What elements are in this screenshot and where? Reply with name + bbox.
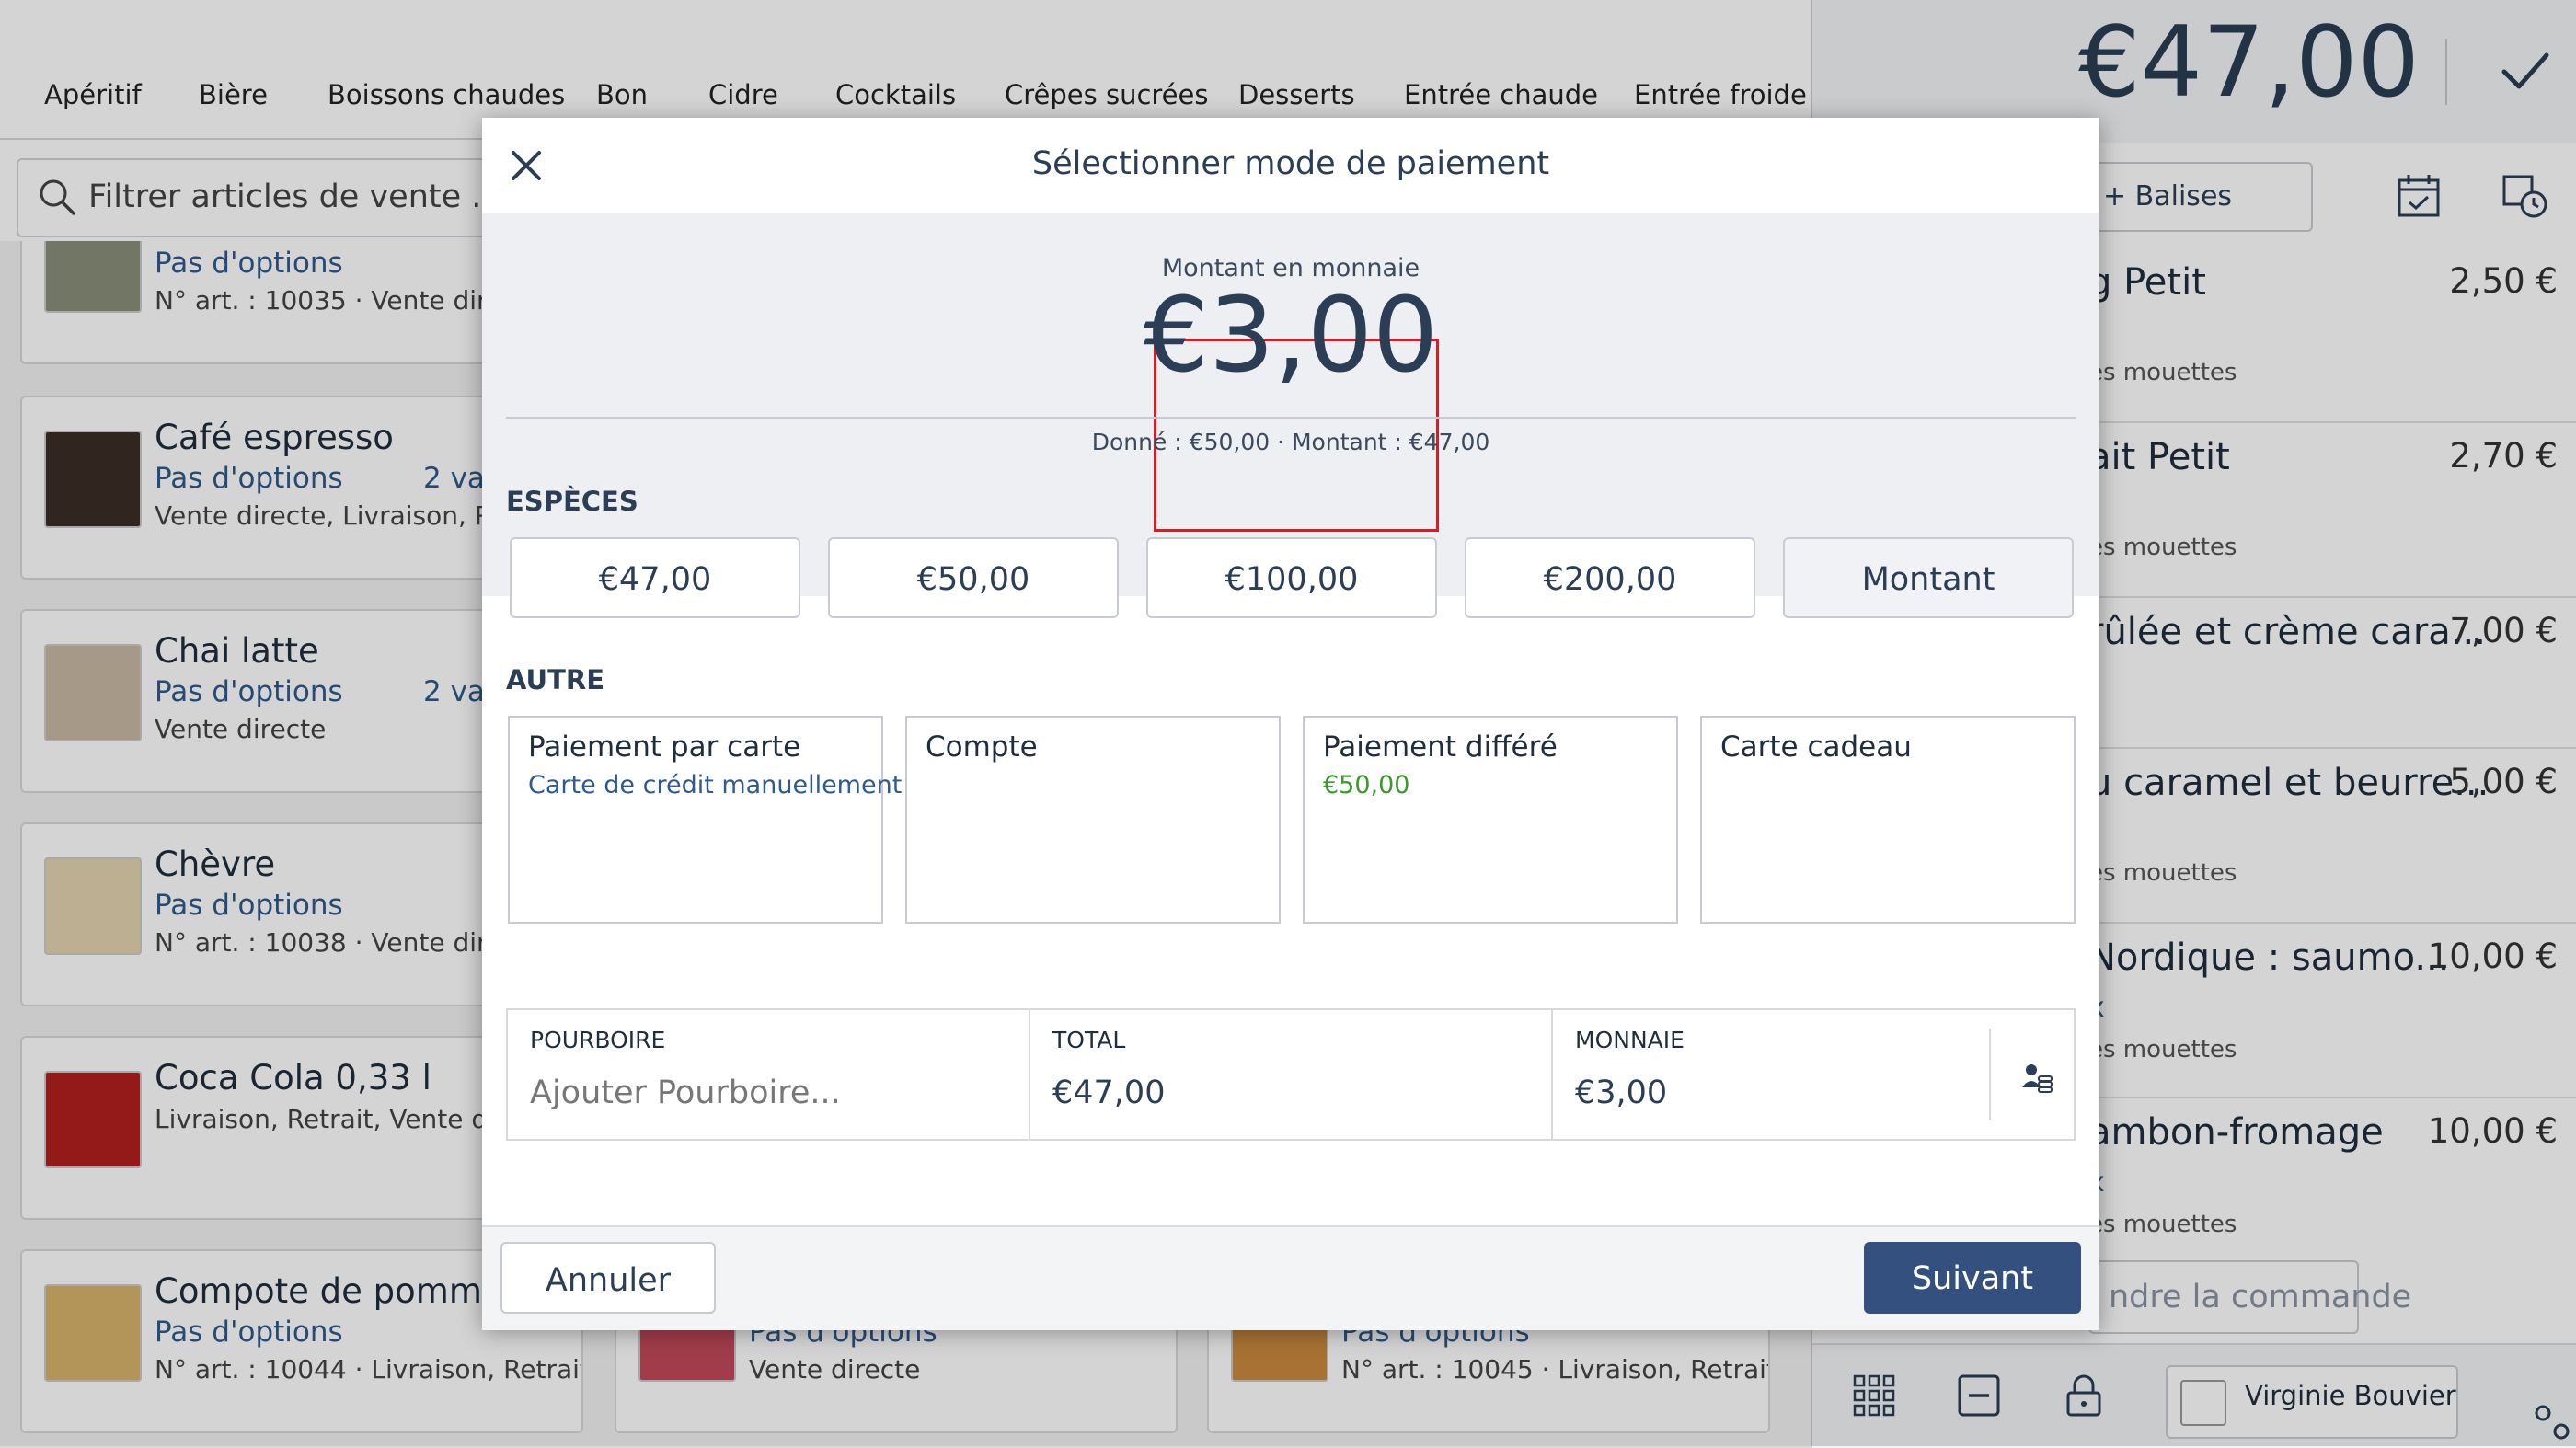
divider xyxy=(506,417,2076,419)
payment-method-title: Compte xyxy=(926,730,1038,764)
dialog-header: Sélectionner mode de paiement xyxy=(482,118,2099,213)
cash-amount-label: €50,00 xyxy=(916,561,1030,598)
cash-amount-label: €200,00 xyxy=(1543,561,1677,598)
deferred-payment-tile[interactable]: Paiement différé €50,00 xyxy=(1303,716,1678,924)
cancel-label: Annuler xyxy=(545,1262,672,1299)
cash-section-title: ESPÈCES xyxy=(506,486,638,517)
total-value: €47,00 xyxy=(1052,1075,1166,1111)
change-amount: €3,00 xyxy=(1143,276,1439,396)
dialog-footer: Annuler Suivant xyxy=(482,1225,2099,1330)
custom-amount-button[interactable]: Montant xyxy=(1783,537,2074,618)
custom-amount-label: Montant xyxy=(1861,561,1995,598)
cash-amount-button[interactable]: €47,00 xyxy=(510,537,800,618)
payment-method-title: Carte cadeau xyxy=(1720,730,1912,764)
cash-drawer-icon[interactable] xyxy=(2018,1058,2055,1095)
gift-card-tile[interactable]: Carte cadeau xyxy=(1700,716,2076,924)
cash-amount-label: €47,00 xyxy=(598,561,712,598)
payment-method-title: Paiement différé xyxy=(1323,730,1558,764)
tip-field[interactable]: POURBOIRE Ajouter Pourboire... xyxy=(508,1010,1029,1139)
dialog-title: Sélectionner mode de paiement xyxy=(1031,145,1550,182)
other-section-title: AUTRE xyxy=(506,664,605,695)
total-label: TOTAL xyxy=(1052,1027,1126,1053)
payment-summary: POURBOIRE Ajouter Pourboire... TOTAL €47… xyxy=(506,1008,2076,1141)
cash-amount-button[interactable]: €50,00 xyxy=(828,537,1119,618)
next-button[interactable]: Suivant xyxy=(1864,1242,2081,1314)
payment-method-sub: Carte de crédit manuellement xyxy=(528,771,903,799)
cash-amount-button[interactable]: €200,00 xyxy=(1465,537,1755,618)
change-detail: Donné : €50,00 · Montant : €47,00 xyxy=(1091,429,1490,455)
payment-method-title: Paiement par carte xyxy=(528,730,801,764)
change-field-value: €3,00 xyxy=(1575,1075,1668,1111)
change-field-label: MONNAIE xyxy=(1575,1027,1685,1053)
card-payment-tile[interactable]: Paiement par carte Carte de crédit manue… xyxy=(508,716,902,924)
payment-method-sub: €50,00 xyxy=(1323,771,1410,799)
payment-dialog: Sélectionner mode de paiement Montant en… xyxy=(482,118,2099,1330)
total-field: TOTAL €47,00 xyxy=(1030,1010,1551,1139)
tip-input[interactable]: Ajouter Pourboire... xyxy=(530,1075,841,1111)
next-label: Suivant xyxy=(1911,1260,2034,1297)
cash-amount-label: €100,00 xyxy=(1225,561,1359,598)
divider xyxy=(1989,1029,1991,1120)
cash-amount-button[interactable]: €100,00 xyxy=(1146,537,1437,618)
change-field: MONNAIE €3,00 xyxy=(1553,1010,2076,1139)
cancel-button[interactable]: Annuler xyxy=(500,1242,716,1314)
account-payment-tile[interactable]: Compte xyxy=(905,716,1281,924)
tip-label: POURBOIRE xyxy=(530,1027,666,1053)
